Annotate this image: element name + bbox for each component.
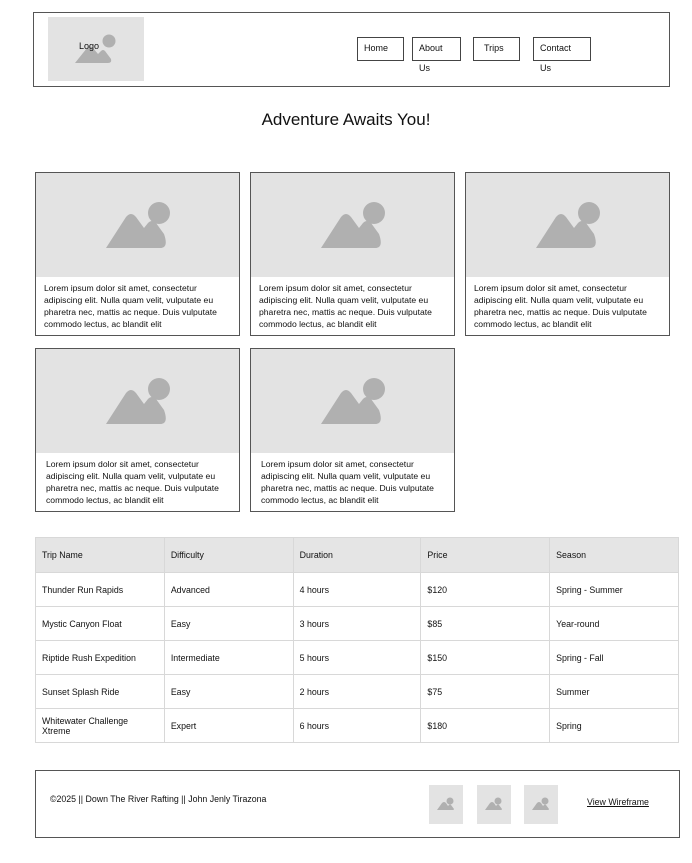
view-wireframe-link[interactable]: View Wireframe xyxy=(587,797,649,807)
cell-duration: 5 hours xyxy=(292,640,422,675)
image-placeholder-icon xyxy=(321,378,385,424)
card-text: Lorem ipsum dolor sit amet, consectetur … xyxy=(44,283,217,329)
table-row: Thunder Run Rapids Advanced 4 hours $120… xyxy=(35,572,679,607)
column-header-duration: Duration xyxy=(292,537,422,573)
social-icon[interactable] xyxy=(524,785,558,824)
site-header: Logo Home About Us Trips Contact Us xyxy=(33,12,670,87)
cell-trip-name: Riptide Rush Expedition xyxy=(35,640,165,675)
cell-duration: 3 hours xyxy=(292,606,422,641)
nav-about-button[interactable]: About Us xyxy=(412,37,461,73)
cell-trip-name: Mystic Canyon Float xyxy=(35,606,165,641)
nav-contact-button[interactable]: Contact Us xyxy=(533,37,591,73)
table-row: Sunset Splash Ride Easy 2 hours $75 Summ… xyxy=(35,674,679,709)
card-image xyxy=(36,349,239,453)
cell-price: $150 xyxy=(420,640,551,675)
trips-table: Trip Name Difficulty Duration Price Seas… xyxy=(35,537,679,743)
column-header-difficulty: Difficulty xyxy=(163,537,294,573)
cell-season: Spring xyxy=(549,708,679,743)
image-placeholder-icon xyxy=(437,797,454,810)
card-image xyxy=(251,349,454,453)
card-image xyxy=(466,173,669,277)
table-row: Mystic Canyon Float Easy 3 hours $85 Yea… xyxy=(35,606,679,641)
image-placeholder-icon xyxy=(536,202,600,248)
trip-card[interactable]: Lorem ipsum dolor sit amet, consectetur … xyxy=(35,172,240,336)
cell-season: Spring - Summer xyxy=(549,572,679,607)
cell-difficulty: Advanced xyxy=(163,572,294,607)
cell-price: $120 xyxy=(420,572,551,607)
nav-home-button[interactable]: Home xyxy=(357,37,404,61)
cell-trip-name: Thunder Run Rapids xyxy=(35,572,165,607)
image-placeholder-icon xyxy=(532,797,549,810)
image-placeholder-icon xyxy=(106,202,170,248)
column-header-season: Season xyxy=(549,537,679,573)
cell-trip-name: Whitewater Challenge Xtreme xyxy=(35,708,165,743)
logo-label: Logo xyxy=(79,41,100,51)
nav-trips-button[interactable]: Trips xyxy=(473,37,520,61)
trip-card[interactable]: Lorem ipsum dolor sit amet, consectetur … xyxy=(250,348,455,512)
page-title: Adventure Awaits You! xyxy=(261,110,431,129)
cell-duration: 2 hours xyxy=(292,674,422,709)
card-text: Lorem ipsum dolor sit amet, consectetur … xyxy=(259,283,432,329)
cell-price: $85 xyxy=(420,606,551,641)
table-row: Whitewater Challenge Xtreme Expert 6 hou… xyxy=(35,708,679,743)
table-header-row: Trip Name Difficulty Duration Price Seas… xyxy=(35,537,679,573)
cell-duration: 4 hours xyxy=(292,572,422,607)
trip-card[interactable]: Lorem ipsum dolor sit amet, consectetur … xyxy=(465,172,670,336)
cell-trip-name: Sunset Splash Ride xyxy=(35,674,165,709)
trip-card[interactable]: Lorem ipsum dolor sit amet, consectetur … xyxy=(35,348,240,512)
cell-difficulty: Intermediate xyxy=(163,640,294,675)
card-image xyxy=(251,173,454,277)
copyright-text: ©2025 || Down The River Rafting || John … xyxy=(50,794,267,804)
cell-season: Year-round xyxy=(549,606,679,641)
card-text: Lorem ipsum dolor sit amet, consectetur … xyxy=(261,459,434,505)
column-header-price: Price xyxy=(420,537,551,573)
social-icon[interactable] xyxy=(429,785,463,824)
cell-season: Summer xyxy=(549,674,679,709)
cell-difficulty: Easy xyxy=(163,606,294,641)
logo[interactable]: Logo xyxy=(48,17,144,81)
card-image xyxy=(36,173,239,277)
cell-duration: 6 hours xyxy=(292,708,422,743)
cell-season: Spring - Fall xyxy=(549,640,679,675)
cell-difficulty: Expert xyxy=(163,708,294,743)
image-placeholder-icon xyxy=(485,797,502,810)
trip-card[interactable]: Lorem ipsum dolor sit amet, consectetur … xyxy=(250,172,455,336)
card-text: Lorem ipsum dolor sit amet, consectetur … xyxy=(46,459,219,505)
cell-price: $75 xyxy=(420,674,551,709)
table-row: Riptide Rush Expedition Intermediate 5 h… xyxy=(35,640,679,675)
cell-difficulty: Easy xyxy=(163,674,294,709)
image-placeholder-icon xyxy=(321,202,385,248)
cell-price: $180 xyxy=(420,708,551,743)
social-icon[interactable] xyxy=(477,785,511,824)
image-placeholder-icon xyxy=(106,378,170,424)
column-header-trip-name: Trip Name xyxy=(35,537,165,573)
site-footer: ©2025 || Down The River Rafting || John … xyxy=(35,770,680,838)
card-text: Lorem ipsum dolor sit amet, consectetur … xyxy=(474,283,647,329)
